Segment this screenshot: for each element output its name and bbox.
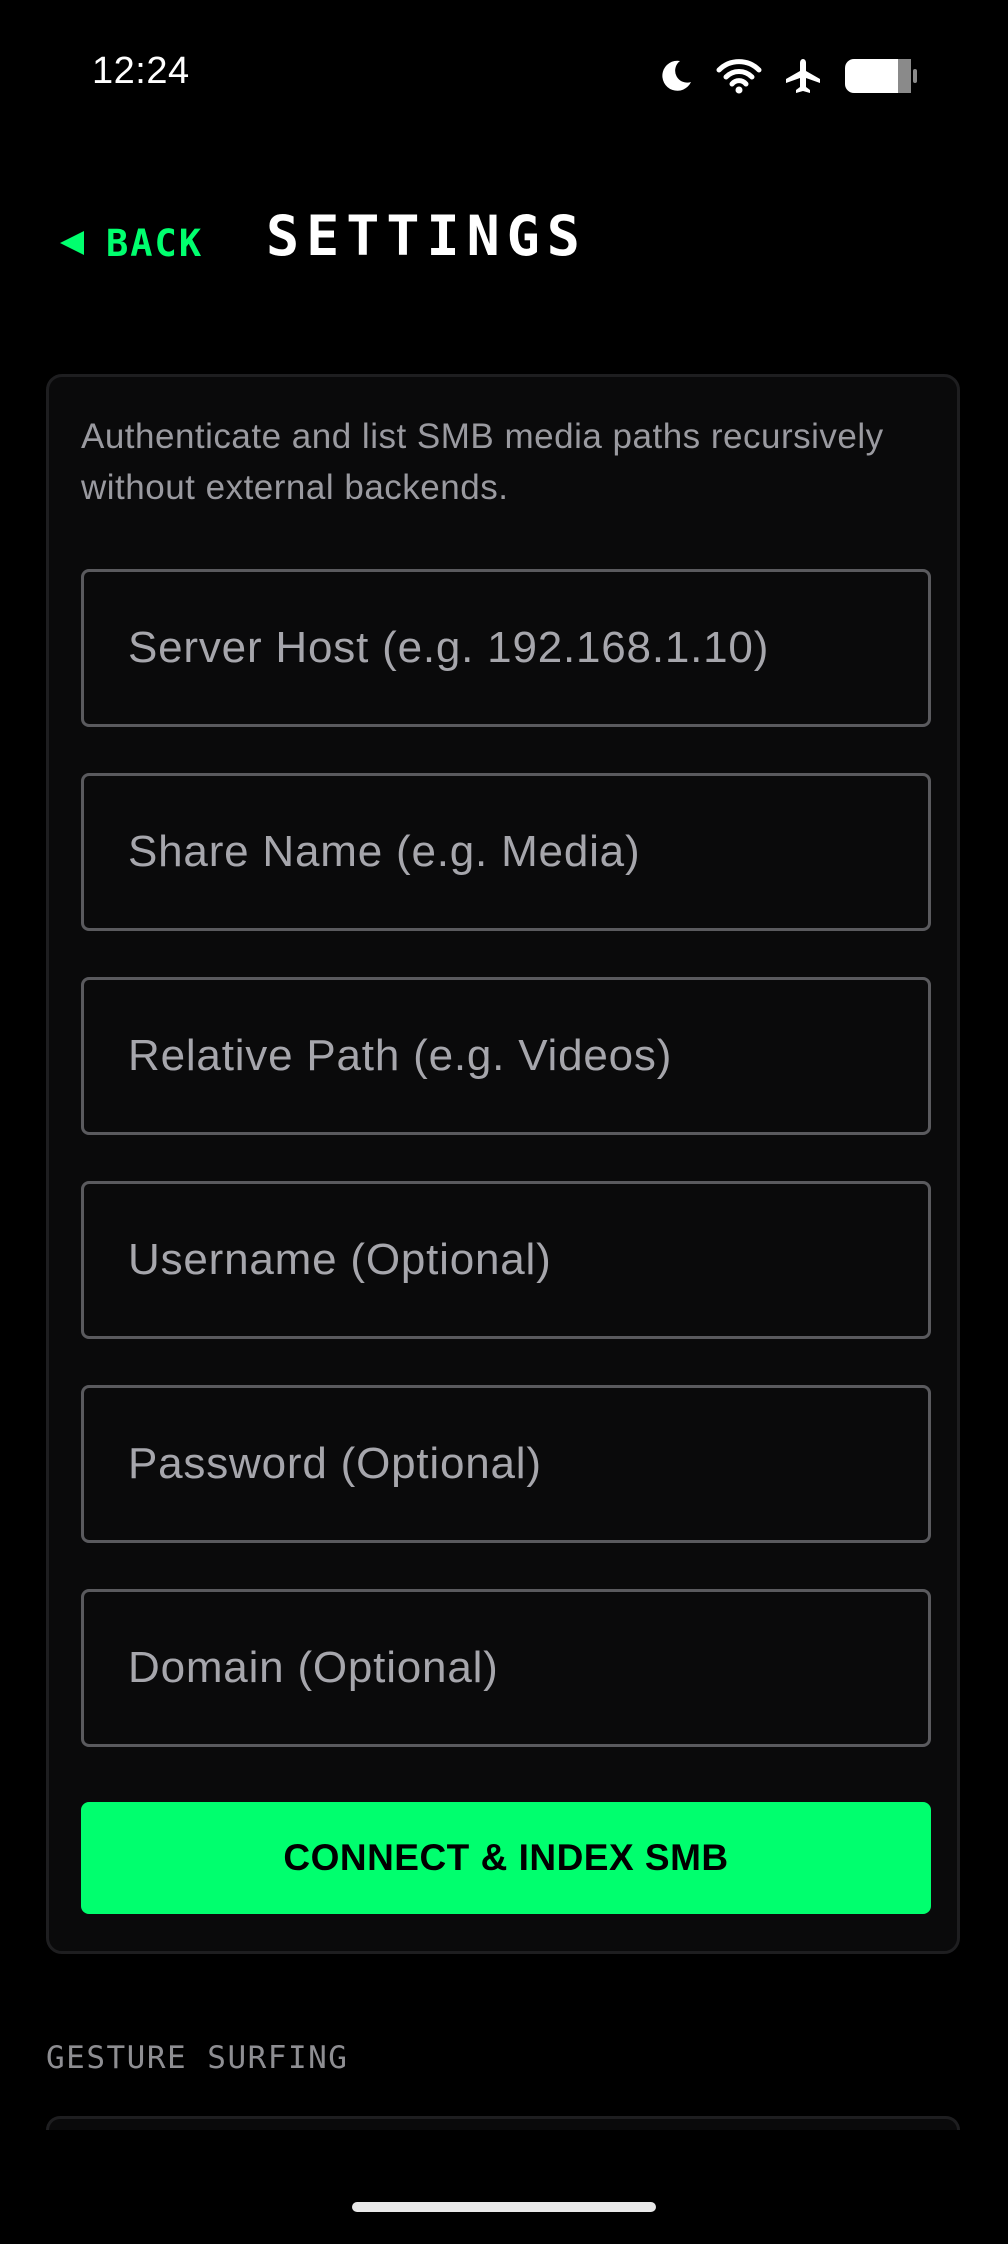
status-icons (658, 54, 918, 98)
connect-index-smb-button[interactable]: CONNECT & INDEX SMB (81, 1802, 931, 1914)
back-label: BACK (106, 221, 204, 265)
server-host-input[interactable] (84, 572, 928, 724)
battery-icon (844, 57, 918, 95)
relative-path-field (81, 977, 931, 1135)
domain-field (81, 1589, 931, 1747)
wifi-icon (716, 58, 762, 94)
gesture-surfing-card (46, 2116, 960, 2130)
share-name-field (81, 773, 931, 931)
gesture-surfing-heading: GESTURE SURFING (46, 2040, 349, 2076)
smb-settings-card: Authenticate and list SMB media paths re… (46, 374, 960, 1954)
username-field (81, 1181, 931, 1339)
domain-input[interactable] (84, 1592, 928, 1744)
moon-icon (658, 58, 694, 94)
password-field (81, 1385, 931, 1543)
username-input[interactable] (84, 1184, 928, 1336)
airplane-icon (784, 57, 822, 95)
page-title: SETTINGS (266, 204, 587, 268)
relative-path-input[interactable] (84, 980, 928, 1132)
status-bar: 12:24 (0, 0, 1008, 150)
smb-description: Authenticate and list SMB media paths re… (81, 417, 884, 507)
back-button[interactable]: BACK (60, 218, 203, 268)
server-host-field (81, 569, 931, 727)
status-time: 12:24 (92, 50, 190, 92)
password-input[interactable] (84, 1388, 928, 1540)
back-arrow-icon (60, 231, 84, 255)
share-name-input[interactable] (84, 776, 928, 928)
home-gesture-bar[interactable] (352, 2202, 656, 2212)
header: BACK SETTINGS (0, 190, 1008, 290)
